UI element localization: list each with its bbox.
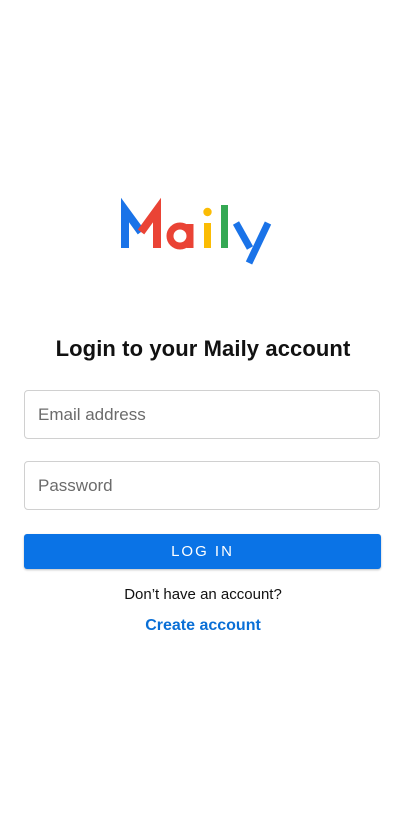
email-input[interactable] <box>25 391 379 438</box>
password-field-container <box>24 461 380 510</box>
create-account-link[interactable]: Create account <box>0 617 406 635</box>
password-input[interactable] <box>25 462 379 509</box>
page-title: Login to your Maily account <box>55 336 351 361</box>
no-account-text: Don’t have an account? <box>124 586 282 603</box>
login-button[interactable]: LOG IN <box>24 534 381 569</box>
maily-logo <box>118 196 290 266</box>
email-field-container <box>24 390 380 439</box>
